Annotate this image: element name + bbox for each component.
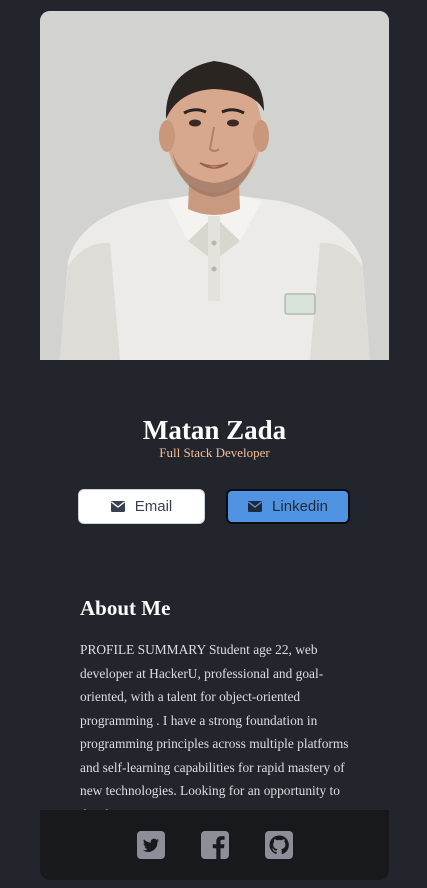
envelope-icon xyxy=(248,501,263,512)
email-button-label: Email xyxy=(134,498,173,515)
facebook-link[interactable] xyxy=(200,831,229,859)
profile-info: Matan Zada Full Stack Developer Email Li… xyxy=(40,360,389,811)
profile-photo-illustration xyxy=(40,11,389,360)
twitter-icon xyxy=(136,831,165,859)
profile-card: Matan Zada Full Stack Developer Email Li… xyxy=(40,11,389,880)
email-button[interactable]: Email xyxy=(78,489,205,524)
profile-photo xyxy=(40,11,389,360)
social-footer xyxy=(40,810,389,880)
github-link[interactable] xyxy=(264,831,293,859)
github-icon xyxy=(264,831,293,859)
about-text: PROFILE SUMMARY Student age 22, web deve… xyxy=(80,642,349,810)
about-heading: About Me xyxy=(80,596,171,620)
linkedin-button[interactable]: Linkedin xyxy=(226,489,350,524)
twitter-link[interactable] xyxy=(136,831,165,859)
profile-job-title: Full Stack Developer xyxy=(159,445,270,460)
envelope-icon xyxy=(110,501,125,512)
profile-name: Matan Zada xyxy=(142,415,287,445)
linkedin-button-label: Linkedin xyxy=(272,498,328,515)
facebook-icon xyxy=(200,831,229,859)
